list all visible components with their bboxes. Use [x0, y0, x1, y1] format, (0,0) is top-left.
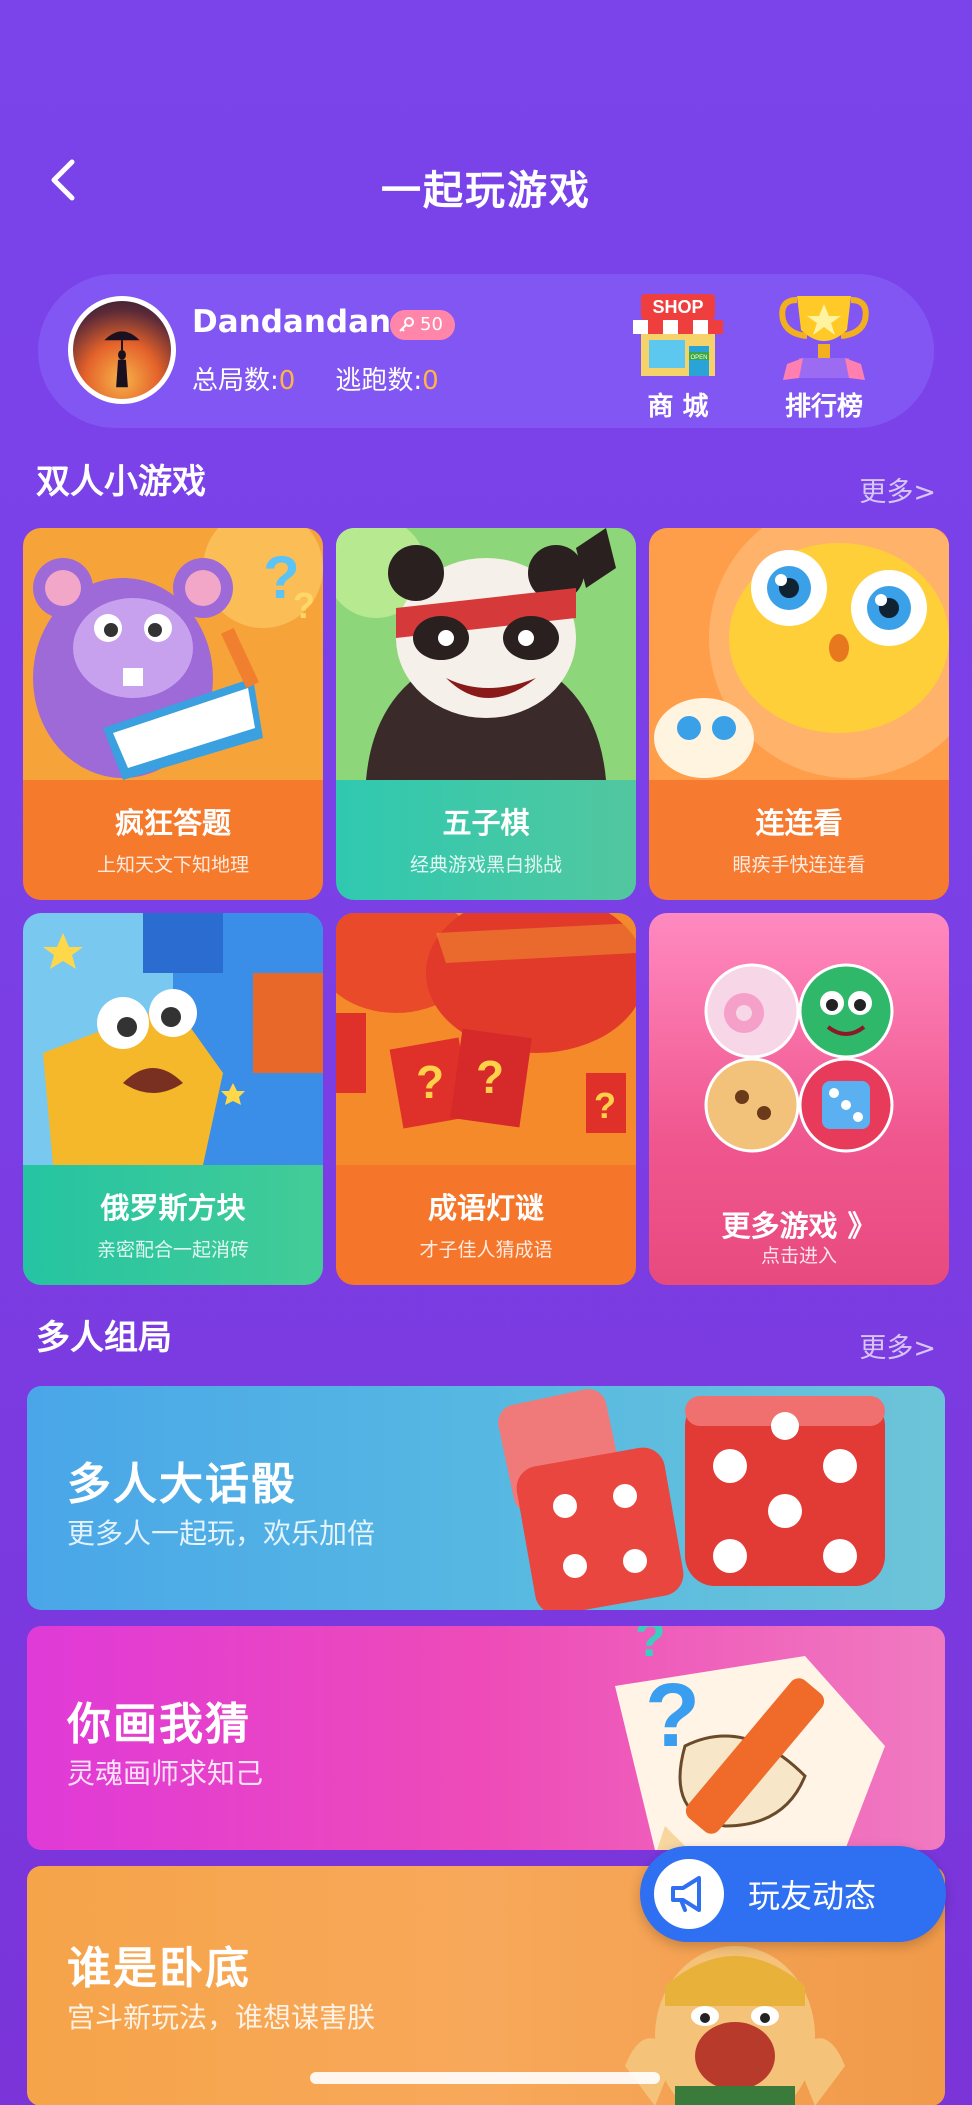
game-card-gomoku[interactable]: 五子棋 经典游戏黑白挑战 — [336, 528, 636, 900]
svg-text:?: ? — [416, 1056, 444, 1108]
rank-button[interactable]: 排行榜 — [764, 290, 884, 423]
game-name: 俄罗斯方块 — [100, 1191, 246, 1225]
banner-subtitle: 宫斗新玩法，谁想谋害朕 — [67, 2001, 376, 2034]
svg-text:?: ? — [594, 1085, 616, 1126]
more-games-card[interactable]: 更多游戏 》 点击进入 — [649, 913, 949, 1285]
game-desc: 经典游戏黑白挑战 — [409, 854, 562, 876]
header: 一起玩游戏 — [0, 120, 972, 240]
game-card-idiom[interactable]: ? ? ? 成语灯谜 才子佳人猜成语 — [336, 913, 636, 1285]
pencil-question-icon: ? ? — [615, 1626, 885, 1850]
avatar[interactable] — [68, 296, 176, 404]
duo-section-title: 双人小游戏 — [36, 462, 206, 502]
banner-title: 你画我猜 — [67, 1699, 251, 1750]
umbrella-person-icon — [104, 331, 140, 388]
svg-text:?: ? — [293, 585, 315, 626]
game-name: 疯狂答题 — [114, 806, 231, 840]
tetris-info: 俄罗斯方块 亲密配合一起消砖 — [23, 1165, 323, 1285]
quiz-info: 疯狂答题 上知天文下知地理 — [23, 780, 323, 900]
block-character-icon — [23, 913, 323, 1165]
total-label: 总局数: — [192, 366, 279, 396]
multi-section-title: 多人组局 — [36, 1318, 172, 1358]
dice-icon — [498, 1389, 885, 1610]
banner-subtitle: 灵魂画师求知己 — [67, 1757, 264, 1790]
game-thumbnails-icon — [704, 963, 894, 1153]
game-name: 五子棋 — [442, 806, 530, 840]
duo-more-link[interactable]: 更多> — [859, 470, 936, 509]
svg-text:?: ? — [476, 1051, 504, 1103]
svg-text:?: ? — [635, 1626, 666, 1667]
trophy-icon — [779, 296, 869, 380]
game-card-link[interactable]: 连连看 眼疾手快连连看 — [649, 528, 949, 900]
banner-title: 多人大话骰 — [67, 1459, 297, 1510]
banner-draw-guess[interactable]: ? ? 你画我猜 灵魂画师求知己 — [27, 1626, 945, 1850]
shop-sign-text: SHOP — [652, 297, 703, 317]
lantern-icon: ? ? ? — [336, 913, 636, 1165]
rank-label: 排行榜 — [784, 392, 863, 422]
escape-label: 逃跑数: — [335, 366, 423, 396]
tetris-art — [23, 913, 323, 1165]
escape-stat: 逃跑数:0 — [335, 360, 438, 397]
level-value: 50 — [420, 314, 443, 335]
shop-icon: SHOP OPEN — [633, 294, 723, 376]
megaphone-icon — [654, 1859, 724, 1929]
home-indicator — [310, 2072, 660, 2084]
friends-activity-label: 玩友动态 — [748, 1877, 877, 1915]
game-card-tetris[interactable]: 俄罗斯方块 亲密配合一起消砖 — [23, 913, 323, 1285]
friends-activity-button[interactable]: 玩友动态 — [640, 1846, 946, 1942]
level-badge: 50 — [390, 310, 455, 340]
quiz-art: ? ? — [23, 528, 323, 780]
svg-text:?: ? — [645, 1666, 700, 1766]
more-games-desc: 点击进入 — [760, 1245, 837, 1267]
more-games-label: 更多游戏 》 — [721, 1209, 877, 1243]
chick-icon — [649, 528, 949, 780]
game-name: 成语灯谜 — [427, 1191, 544, 1225]
game-card-quiz[interactable]: ? ? 疯狂答题 上知天文下知地理 — [23, 528, 323, 900]
key-icon — [399, 317, 414, 332]
game-desc: 才子佳人猜成语 — [419, 1239, 553, 1261]
gomoku-info: 五子棋 经典游戏黑白挑战 — [336, 780, 636, 900]
banner-subtitle: 更多人一起玩，欢乐加倍 — [67, 1517, 376, 1550]
game-desc: 亲密配合一起消砖 — [96, 1239, 249, 1261]
escape-value: 0 — [422, 366, 439, 396]
open-sign-text: OPEN — [690, 355, 707, 361]
total-stat: 总局数:0 — [192, 360, 295, 397]
mouse-reading-icon: ? ? — [23, 528, 323, 780]
game-desc: 眼疾手快连连看 — [732, 854, 866, 876]
link-info: 连连看 眼疾手快连连看 — [649, 780, 949, 900]
idiom-info: 成语灯谜 才子佳人猜成语 — [336, 1165, 636, 1285]
panda-icon — [336, 528, 636, 780]
username: Dandandan — [192, 304, 392, 340]
multi-more-link[interactable]: 更多> — [859, 1326, 936, 1365]
game-name: 连连看 — [755, 806, 843, 840]
banner-liars-dice[interactable]: 多人大话骰 更多人一起玩，欢乐加倍 — [27, 1386, 945, 1610]
shop-button[interactable]: SHOP OPEN 商 城 — [618, 290, 738, 423]
idiom-art: ? ? ? — [336, 913, 636, 1165]
shop-label: 商 城 — [647, 392, 709, 422]
gomoku-art — [336, 528, 636, 780]
profile-card: Dandandan 50 总局数:0 逃跑数:0 SHOP OPEN 商 城 排… — [38, 274, 934, 428]
banner-title: 谁是卧底 — [67, 1943, 251, 1994]
page-title: 一起玩游戏 — [381, 168, 591, 214]
game-desc: 上知天文下知地理 — [96, 854, 249, 876]
stats: 总局数:0 逃跑数:0 — [192, 360, 439, 397]
total-value: 0 — [278, 366, 296, 396]
link-art — [649, 528, 949, 780]
